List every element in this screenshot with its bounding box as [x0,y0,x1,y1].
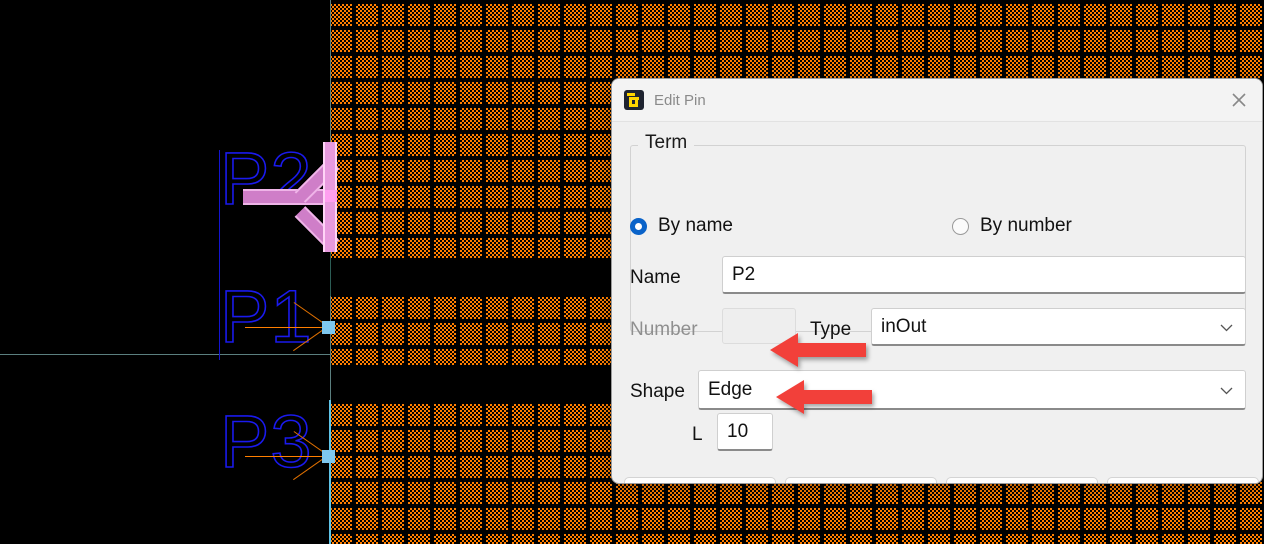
shape-select[interactable]: Edge [698,370,1246,410]
radio-by-number-dot [952,217,969,235]
selected-pin-stem [243,189,331,205]
edit-pin-dialog[interactable]: Edit Pin Term By name By number Name P2 [611,78,1263,484]
name-input[interactable]: P2 [722,256,1246,294]
dialog-title: Edit Pin [654,91,706,109]
type-label: Type [810,319,852,340]
shape-label: Shape [630,381,685,402]
name-label: Name [630,267,681,288]
pin-arrow-shaft-p3 [245,456,330,457]
pin-label-p1: P1 [219,275,313,358]
dialog-body: Term By name By number Name P2 Number Ty… [612,122,1262,483]
radio-by-number[interactable]: By number [952,215,1072,237]
term-group-legend: Term [638,132,695,154]
cancel-button[interactable]: Cancel [946,477,1098,483]
pin-label-p3: P3 [219,400,313,483]
pin-leader-line-p2 [330,252,331,296]
number-label: Number [630,319,698,340]
selected-pin-node [325,190,337,202]
chevron-down-icon [1220,316,1233,338]
shape-select-value: Edge [708,378,753,400]
help-button[interactable]: Help [1107,477,1259,483]
radio-by-name-label: By name [658,215,733,236]
term-mode-radio-group: By name By number [630,215,1246,241]
apply-button[interactable]: Apply [785,477,937,483]
pin-arrow-shaft-p1 [245,327,330,328]
number-input [722,308,796,344]
radio-by-name[interactable]: By name [630,215,733,237]
pin-marker-p3 [322,450,335,463]
pin-edge-line-p3 [329,400,331,544]
radio-by-name-dot [630,217,647,235]
pin-marker-p1 [322,321,335,334]
length-label: L [692,424,703,445]
dialog-titlebar[interactable]: Edit Pin [612,79,1262,122]
close-icon[interactable] [1216,79,1262,120]
ok-button[interactable]: OK [624,477,776,483]
type-select-value: inOut [881,315,927,337]
length-input[interactable]: 10 [717,413,773,451]
chevron-down-icon [1220,379,1233,401]
type-select[interactable]: inOut [871,308,1246,346]
radio-by-number-label: By number [980,215,1072,236]
app-icon [624,90,644,110]
